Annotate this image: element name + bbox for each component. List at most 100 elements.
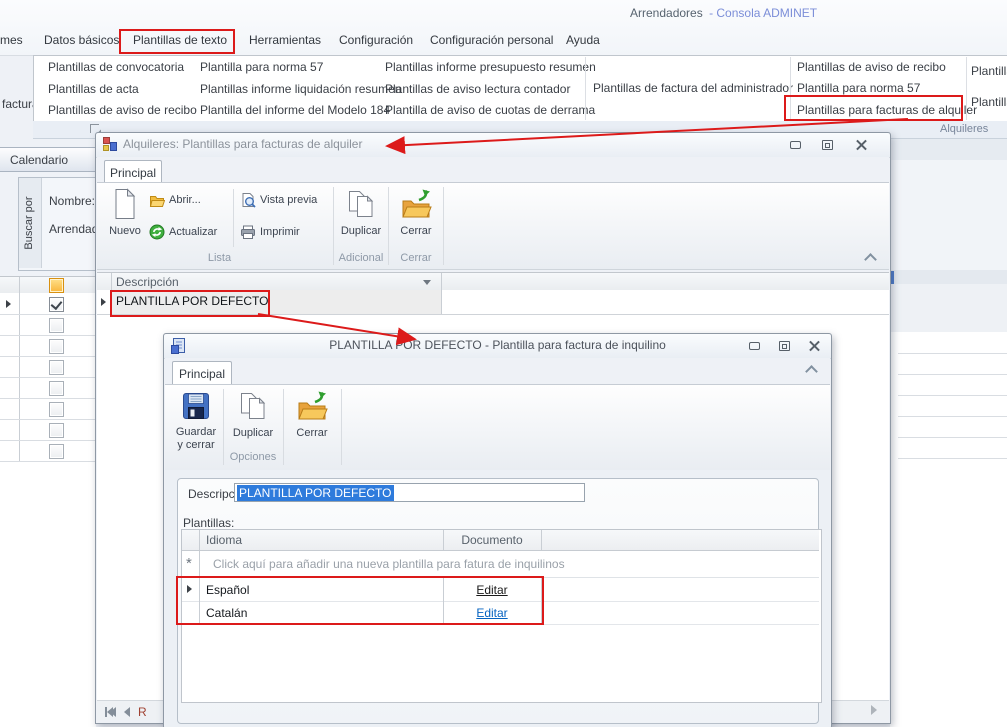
bg-band xyxy=(890,270,1007,284)
header-checkbox-icon[interactable] xyxy=(49,278,64,293)
column-header-descripcion[interactable]: Descripción xyxy=(116,275,179,289)
dd-item-norma57-1[interactable]: Plantilla para norma 57 xyxy=(200,60,323,74)
row-indicator-icon xyxy=(101,298,106,306)
close-folder-icon xyxy=(298,391,328,420)
screen: Arrendadores - Consola ADMINET mes Datos… xyxy=(0,0,1007,727)
printer-icon xyxy=(241,225,255,239)
row-checkbox[interactable] xyxy=(49,423,64,438)
tab-calendario[interactable]: Calendario xyxy=(0,147,106,172)
window2-titlebar[interactable]: PLANTILLA POR DEFECTO - Plantilla para f… xyxy=(164,334,831,359)
column-header-idioma[interactable]: Idioma xyxy=(206,533,242,547)
row-checkbox-checked[interactable] xyxy=(49,297,64,312)
grid-row-espanol[interactable]: Español Editar xyxy=(182,578,819,602)
cerrar-button-w1[interactable]: Cerrar xyxy=(393,187,439,251)
actualizar-button[interactable]: Actualizar xyxy=(149,224,217,240)
new-row-marker-icon: * xyxy=(186,555,192,572)
idioma-cell: Catalán xyxy=(206,606,248,620)
window1-tabstrip: Principal xyxy=(97,157,889,184)
dd-item-fragment-1[interactable]: Plantilla xyxy=(971,64,1007,78)
vista-previa-button[interactable]: Vista previa xyxy=(240,192,317,208)
row-checkbox[interactable] xyxy=(49,339,64,354)
duplicar-button-w1[interactable]: Duplicar xyxy=(338,187,384,251)
grid-row-catalan[interactable]: Catalán Editar xyxy=(182,601,819,625)
dd-item-facturas-alquiler[interactable]: Plantillas para facturas de alquiler xyxy=(797,103,977,117)
descripcion-input[interactable]: PLANTILLA POR DEFECTO xyxy=(234,483,585,502)
duplicate-pages-icon xyxy=(241,393,266,419)
abrir-button[interactable]: Abrir... xyxy=(149,192,201,208)
filter-dropdown-icon[interactable] xyxy=(423,280,431,285)
window2-tab-principal[interactable]: Principal xyxy=(172,361,232,385)
dd-item-aviso-recibo-1[interactable]: Plantillas de aviso de recibo xyxy=(48,103,197,117)
app-title-right: - Consola ADMINET xyxy=(709,6,818,20)
window1-titlebar[interactable]: Alquileres: Plantillas para facturas de … xyxy=(96,133,890,158)
window2-close-button[interactable] xyxy=(803,338,825,354)
window1-title: Alquileres: Plantillas para facturas de … xyxy=(123,137,363,151)
ribbon-collapse-chevron-w2[interactable] xyxy=(805,365,818,378)
grid-new-row[interactable]: * Click aquí para añadir una nueva plant… xyxy=(182,551,819,578)
dd-item-factura-administrador[interactable]: Plantillas de factura del administrador xyxy=(593,81,793,95)
top-menubar xyxy=(0,0,1007,56)
buscar-por-label: Buscar por xyxy=(23,196,35,250)
dd-item-modelo-184[interactable]: Plantilla del informe del Modelo 184 xyxy=(200,103,390,117)
dd-item-cuotas-derrama[interactable]: Plantilla de aviso de cuotas de derrama xyxy=(385,103,595,117)
row-checkbox[interactable] xyxy=(49,444,64,459)
close-folder-icon xyxy=(402,189,432,218)
editar-link-catalan[interactable]: Editar xyxy=(443,606,541,620)
group-label-adicional: Adicional xyxy=(338,252,384,264)
menu-item-ayuda[interactable]: Ayuda xyxy=(566,33,600,47)
grid-row-selected[interactable]: PLANTILLA POR DEFECTO xyxy=(111,290,441,314)
window1-form-icon xyxy=(103,137,117,151)
row-checkbox[interactable] xyxy=(49,360,64,375)
plantillas-grid: Idioma Documento * Click aquí para añadi… xyxy=(181,529,822,703)
group-label-cerrar: Cerrar xyxy=(400,252,432,264)
bg-blank-right xyxy=(890,332,1007,727)
dd-item-acta[interactable]: Plantillas de acta xyxy=(48,82,139,96)
bg-blank-left xyxy=(0,462,96,727)
idioma-cell: Español xyxy=(206,583,250,597)
menu-item-configuracion-personal[interactable]: Configuración personal xyxy=(430,33,553,47)
window2-content: Descripción: PLANTILLA POR DEFECTO Plant… xyxy=(165,470,830,727)
menu-item-configuracion[interactable]: Configuración xyxy=(339,33,413,47)
nav-prev-record-icon[interactable] xyxy=(124,707,130,717)
guardar-y-cerrar-button[interactable]: Guardar y cerrar xyxy=(173,389,219,465)
menu-item-fragment[interactable]: mes xyxy=(0,33,23,47)
scroll-right-icon[interactable] xyxy=(871,705,877,715)
dd-item-norma57-2[interactable]: Plantilla para norma 57 xyxy=(797,81,920,95)
window2-maximize-button[interactable] xyxy=(773,338,795,354)
window1-minimize-button[interactable] xyxy=(784,137,806,153)
dd-separator-2 xyxy=(790,57,791,120)
editar-link-espanol[interactable]: Editar xyxy=(443,583,541,597)
dd-item-convocatoria[interactable]: Plantillas de convocatoria xyxy=(48,60,184,74)
row-checkbox[interactable] xyxy=(49,318,64,333)
bg-band xyxy=(890,160,1007,270)
nav-first-record-icon[interactable] xyxy=(105,707,116,717)
cerrar-button-w2[interactable]: Cerrar xyxy=(287,389,337,451)
window1-maximize-button[interactable] xyxy=(816,137,838,153)
column-header-documento[interactable]: Documento xyxy=(443,533,541,547)
menu-item-datos-basicos[interactable]: Datos básicos xyxy=(44,33,119,47)
dd-item-fragment-2[interactable]: Plantilla xyxy=(971,95,1007,109)
window1-close-button[interactable] xyxy=(850,137,872,153)
nuevo-button[interactable]: Nuevo xyxy=(106,187,144,251)
ribbon-collapse-chevron-w1[interactable] xyxy=(864,253,877,266)
refresh-icon xyxy=(149,224,165,240)
new-row-hint[interactable]: Click aquí para añadir una nueva plantil… xyxy=(213,557,565,571)
window1-grid-header[interactable]: Descripción xyxy=(97,272,889,292)
dd-separator-1 xyxy=(585,57,586,120)
menu-item-plantillas-de-texto[interactable]: Plantillas de texto xyxy=(133,33,227,47)
duplicar-button-w2[interactable]: Duplicar xyxy=(227,389,279,451)
bg-band xyxy=(890,138,1007,160)
nav-record-text: R xyxy=(138,705,147,719)
row-checkbox[interactable] xyxy=(49,381,64,396)
bg-grid-rows xyxy=(0,293,96,462)
window2-minimize-button[interactable] xyxy=(743,338,765,354)
row-checkbox[interactable] xyxy=(49,402,64,417)
dd-item-liquidacion[interactable]: Plantillas informe liquidación resumen xyxy=(200,82,401,96)
imprimir-button[interactable]: Imprimir xyxy=(240,224,300,240)
window1-tab-principal[interactable]: Principal xyxy=(104,160,162,184)
dd-item-presupuesto[interactable]: Plantillas informe presupuesto resumen xyxy=(385,60,596,74)
menu-item-herramientas[interactable]: Herramientas xyxy=(249,33,321,47)
dd-item-aviso-recibo-2[interactable]: Plantillas de aviso de recibo xyxy=(797,60,946,74)
dd-item-lectura-contador[interactable]: Plantillas de aviso lectura contador xyxy=(385,82,570,96)
save-floppy-icon xyxy=(183,393,209,419)
